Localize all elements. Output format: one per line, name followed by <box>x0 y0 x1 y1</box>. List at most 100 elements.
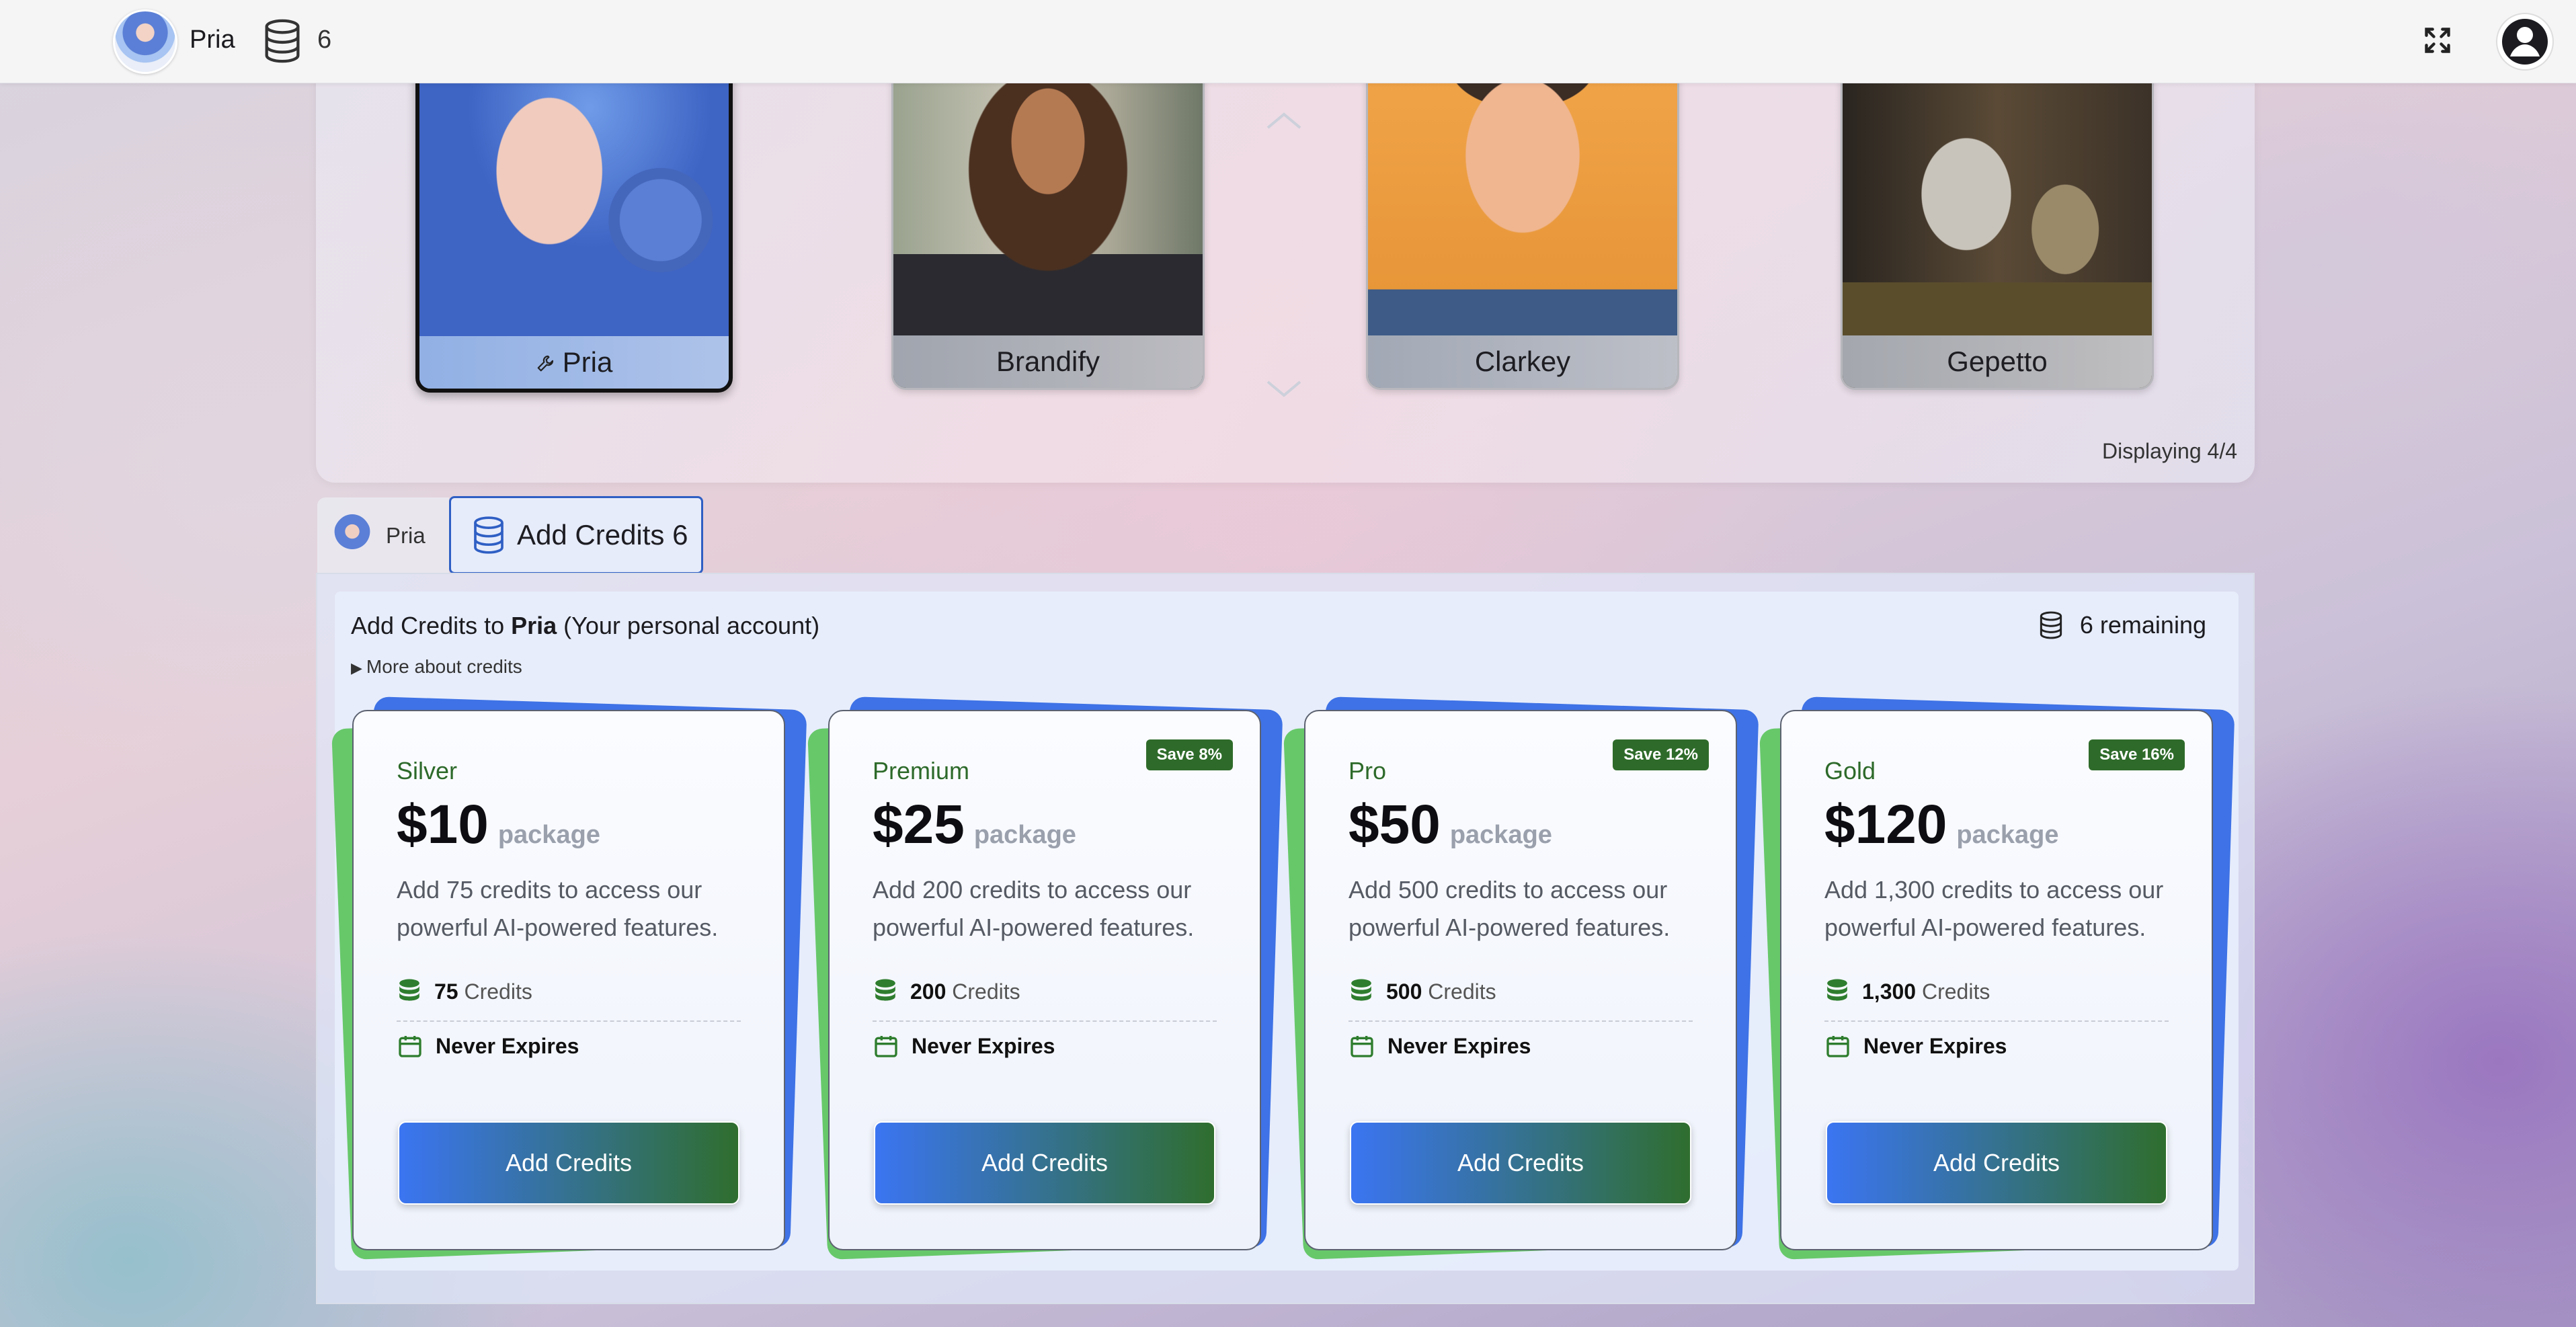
package-card-body: Silver $10 package Add 75 credits to acce… <box>352 710 785 1250</box>
package-tier: Premium <box>873 757 970 785</box>
tab-pria[interactable]: Pria <box>317 497 449 574</box>
add-credits-button[interactable]: Add Credits <box>874 1121 1215 1205</box>
disclosure-triangle-icon: ▶ <box>351 659 362 676</box>
credits-amount: 75 <box>434 979 458 1004</box>
credits-content: Add Credits to Pria (Your personal accou… <box>331 592 2239 1271</box>
account-name: Pria <box>511 612 557 639</box>
expiry-label: Never Expires <box>1387 1033 1531 1058</box>
package-credits-row: 1,300 Credits <box>1824 977 1990 1006</box>
credits-word: Credits <box>464 979 532 1004</box>
price-suffix: package <box>973 821 1076 849</box>
package-credits-row: 500 Credits <box>1349 977 1496 1006</box>
coin-stack-icon <box>875 979 895 1001</box>
save-badge: Save 16% <box>2089 739 2185 770</box>
package-expiry-row: Never Expires <box>873 1033 1055 1059</box>
package-card-body: Gold Save 16% $120 package Add 1,300 cred… <box>1780 710 2213 1250</box>
credits-remaining: 6 remaining <box>2038 610 2206 640</box>
tab-label: Pria <box>386 523 426 548</box>
package-expiry-row: Never Expires <box>1349 1033 1531 1059</box>
package-tier: Pro <box>1349 757 1387 785</box>
price-value: $10 <box>397 794 489 855</box>
package-price: $120 package <box>1824 793 2059 856</box>
character-name: Brandify <box>893 335 1203 388</box>
add-credits-button[interactable]: Add Credits <box>1826 1121 2167 1205</box>
credits-amount: 500 <box>1386 979 1422 1004</box>
calendar-icon <box>399 1036 421 1057</box>
calendar-icon <box>875 1036 897 1057</box>
package-card-body: Pro Save 12% $50 package Add 500 credits … <box>1304 710 1737 1250</box>
package-expiry-row: Never Expires <box>397 1033 579 1059</box>
expiry-label: Never Expires <box>912 1033 1055 1058</box>
divider <box>873 1020 1217 1022</box>
tab-label: Add Credits 6 <box>517 519 688 551</box>
expiry-label: Never Expires <box>1863 1033 2007 1058</box>
tab-add-credits[interactable]: Add Credits 6 <box>449 496 703 574</box>
credits-word: Credits <box>1921 979 1990 1004</box>
package-price: $10 package <box>397 793 600 856</box>
price-value: $25 <box>873 794 965 855</box>
user-avatar[interactable] <box>113 9 177 74</box>
price-suffix: package <box>1449 821 1552 849</box>
credits-title: Add Credits to Pria (Your personal accou… <box>351 612 819 640</box>
price-value: $50 <box>1349 794 1441 855</box>
divider <box>1349 1020 1693 1022</box>
package-price: $25 package <box>873 793 1076 856</box>
package-card-premium: Premium Save 8% $25 package Add 200 credi… <box>807 696 1283 1260</box>
account-icon[interactable] <box>2495 12 2554 71</box>
character-card-brandify[interactable]: Brandify <box>891 34 1205 390</box>
character-name: Pria <box>562 346 613 378</box>
package-tier: Gold <box>1824 757 1876 785</box>
package-card-pro: Pro Save 12% $50 package Add 500 credits … <box>1283 696 1759 1260</box>
package-credits-row: 75 Credits <box>397 977 532 1006</box>
divider <box>1824 1020 2169 1022</box>
avatar <box>333 514 371 557</box>
character-card-pria[interactable]: Pria <box>415 34 733 393</box>
character-name: Gepetto <box>1843 335 2152 388</box>
coin-stack-icon <box>399 979 419 1001</box>
credits-amount: 1,300 <box>1862 979 1917 1004</box>
chevron-down-icon[interactable] <box>1265 379 1303 399</box>
add-credits-button[interactable]: Add Credits <box>398 1121 739 1205</box>
package-credits-row: 200 Credits <box>873 977 1020 1006</box>
package-expiry-row: Never Expires <box>1824 1033 2007 1059</box>
character-label: Pria <box>419 336 729 389</box>
calendar-icon <box>1826 1036 1849 1057</box>
top-bar: Pria 6 <box>0 0 2576 83</box>
price-suffix: package <box>1956 821 2059 849</box>
character-name: Clarkey <box>1368 335 1677 388</box>
package-description: Add 75 credits to access our powerful AI… <box>397 876 719 941</box>
user-name[interactable]: Pria <box>190 26 235 54</box>
credit-count: 6 <box>317 26 332 54</box>
package-card-gold: Gold Save 16% $120 package Add 1,300 cred… <box>1759 696 2235 1260</box>
character-card-gepetto[interactable]: Gepetto <box>1841 34 2154 390</box>
title-suffix: (Your personal account) <box>557 612 820 639</box>
add-credits-button[interactable]: Add Credits <box>1350 1121 1691 1205</box>
package-tier: Silver <box>397 757 458 785</box>
title-prefix: Add Credits to <box>351 612 512 639</box>
coin-stack-icon <box>1827 979 1847 1001</box>
more-about-credits[interactable]: ▶ More about credits <box>351 656 522 678</box>
chevron-up-icon[interactable] <box>1265 110 1303 130</box>
price-suffix: package <box>497 821 600 849</box>
calendar-icon <box>1351 1036 1373 1057</box>
expiry-label: Never Expires <box>436 1033 579 1058</box>
credits-amount: 200 <box>910 979 947 1004</box>
displaying-count: Displaying 4/4 <box>2102 439 2237 463</box>
package-description: Add 1,300 credits to access our powerful… <box>1824 876 2164 941</box>
coins-icon <box>2040 611 2062 639</box>
more-label: More about credits <box>366 656 522 677</box>
character-carousel: Pria Brandify Clarkey Gepetto Displaying… <box>316 34 2255 483</box>
fullscreen-icon[interactable] <box>2423 26 2452 55</box>
package-description: Add 200 credits to access our powerful A… <box>873 876 1195 941</box>
credits-panel: Add Credits to Pria (Your personal accou… <box>316 573 2255 1304</box>
package-price: $50 package <box>1349 793 1552 856</box>
coins-icon[interactable] <box>262 17 303 65</box>
wrench-icon <box>537 355 553 372</box>
divider <box>397 1020 741 1022</box>
character-card-clarkey[interactable]: Clarkey <box>1366 34 1679 390</box>
coins-icon <box>474 516 504 554</box>
price-value: $120 <box>1824 794 1947 855</box>
save-badge: Save 8% <box>1145 739 1233 770</box>
credits-word: Credits <box>1428 979 1496 1004</box>
remaining-label: 6 remaining <box>2079 611 2206 639</box>
